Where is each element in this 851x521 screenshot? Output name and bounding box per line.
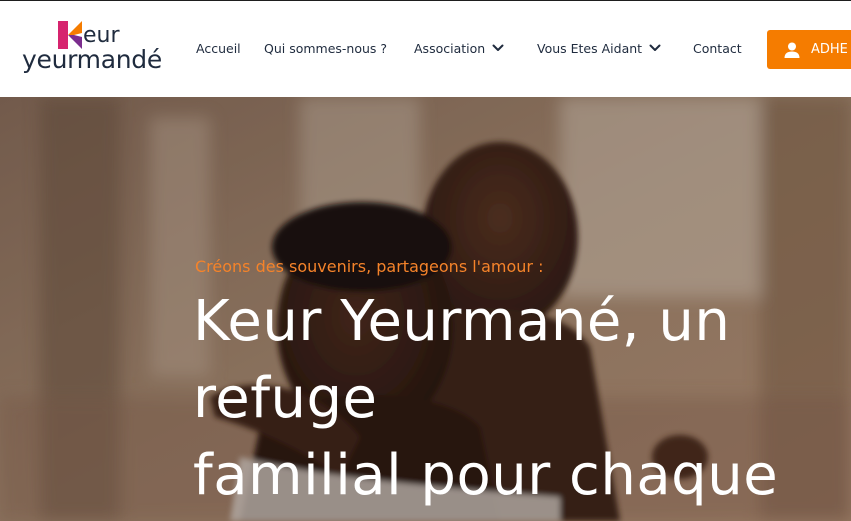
logo-text-line2: yeurmandé — [22, 45, 162, 74]
hero-section: Créons des souvenirs, partageons l'amour… — [0, 97, 851, 521]
nav-item-label: Vous Etes Aidant — [537, 40, 643, 56]
nav-item-label: Association — [414, 40, 486, 56]
hero-eyebrow: Créons des souvenirs, partageons l'amour… — [195, 257, 544, 276]
hero-title: Keur Yeurmané, un refuge familial pour c… — [193, 283, 778, 514]
site-header: eur yeurmandé Accueil Qui sommes-nous ? … — [0, 1, 851, 97]
chevron-down-icon — [649, 44, 661, 51]
nav-item-accueil[interactable]: Accueil — [196, 38, 241, 58]
adhere-button-label: ADHE — [811, 42, 848, 57]
adhere-button[interactable]: ADHE — [767, 30, 851, 69]
user-icon — [784, 42, 800, 58]
nav-item-vous-etes-aidant[interactable]: Vous Etes Aidant — [537, 38, 662, 58]
nav-item-label: Accueil — [196, 40, 241, 56]
nav-item-label: Qui sommes-nous ? — [264, 40, 388, 56]
nav-item-contact[interactable]: Contact — [693, 38, 742, 58]
nav-item-qui-sommes-nous[interactable]: Qui sommes-nous ? — [264, 38, 387, 58]
hero-title-line: familial pour chaque — [193, 443, 779, 508]
hero-title-line: Keur Yeurmané, un — [193, 289, 731, 354]
hero-title-line: refuge — [193, 366, 378, 431]
chevron-down-icon — [492, 44, 504, 51]
site-logo[interactable]: eur yeurmandé — [22, 19, 172, 81]
nav-item-association[interactable]: Association — [414, 38, 505, 58]
nav-item-label: Contact — [693, 40, 742, 56]
